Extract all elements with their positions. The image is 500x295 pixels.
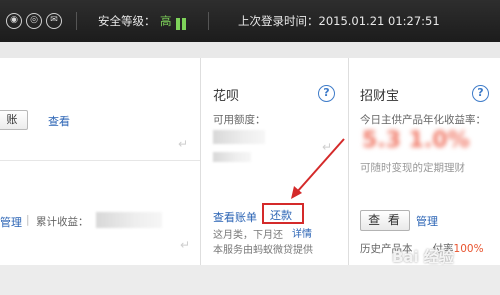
help-icon[interactable]: ?	[472, 85, 489, 102]
rate-label: 今日主供产品年化收益率：	[360, 114, 486, 126]
view-button[interactable]: 查 看	[360, 210, 410, 231]
screen: { "topbar": { "user_icon": "user-icon", …	[0, 0, 500, 295]
history-percent: 100%	[453, 243, 484, 255]
zhaocaibao-title: 招财宝	[360, 89, 400, 104]
watermark: Bai 经验	[392, 248, 454, 266]
rate-description: 可随时变现的定期理财	[360, 162, 465, 174]
footer-strip	[0, 265, 500, 295]
blurred-rate: 5.3 1.0%	[362, 128, 470, 153]
manage-link[interactable]: 管理	[416, 213, 438, 229]
